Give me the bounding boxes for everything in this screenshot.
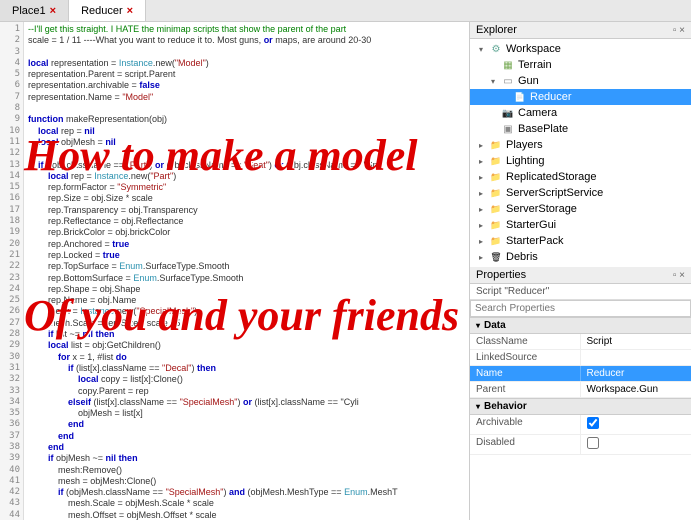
explorer-tree[interactable]: ▾ Workspace Terrain ▾ Gun Reducer Camera BasePl…	[470, 39, 691, 267]
tree-item-terrain[interactable]: Terrain	[470, 57, 691, 73]
prop-row-classname[interactable]: ClassNameScript	[470, 334, 691, 350]
tree-item-players[interactable]: ▸ Players	[470, 137, 691, 153]
tree-item-starterpack[interactable]: ▸ StarterPack	[470, 233, 691, 249]
folder-icon	[489, 202, 503, 216]
tab-place1[interactable]: Place1 ×	[0, 0, 69, 21]
panel-controls[interactable]: ▫ ×	[673, 270, 685, 281]
prop-name: Archivable	[470, 415, 581, 434]
properties-panel: Script "Reducer" ▾DataClassNameScriptLin…	[470, 284, 691, 520]
prop-row-linkedsource[interactable]: LinkedSource	[470, 350, 691, 366]
prop-row-name[interactable]: NameReducer	[470, 366, 691, 382]
folder-icon	[489, 234, 503, 248]
ws-icon	[489, 42, 503, 56]
tree-twisty[interactable]: ▸	[476, 189, 486, 198]
tab-label: Place1	[12, 5, 46, 17]
folder-icon	[489, 170, 503, 184]
tree-twisty[interactable]: ▸	[476, 141, 486, 150]
chevron-down-icon: ▾	[476, 402, 480, 411]
debris-icon	[489, 250, 503, 264]
prop-category-data[interactable]: ▾Data	[470, 317, 691, 334]
panel-controls[interactable]: ▫ ×	[673, 25, 685, 36]
tree-twisty[interactable]: ▸	[476, 173, 486, 182]
prop-name: Parent	[470, 382, 581, 397]
close-icon[interactable]: ×	[127, 5, 133, 17]
prop-value[interactable]: Workspace.Gun	[581, 382, 691, 397]
prop-value[interactable]	[581, 415, 691, 434]
cam-icon	[501, 106, 515, 120]
tree-item-gun[interactable]: ▾ Gun	[470, 73, 691, 89]
tree-label: StarterGui	[506, 219, 556, 231]
prop-value[interactable]: Reducer	[581, 366, 691, 381]
explorer-title: Explorer ▫ ×	[470, 22, 691, 39]
prop-value[interactable]	[581, 435, 691, 454]
script-editor[interactable]: 1234567891011121314151617181920212223242…	[0, 22, 469, 520]
tree-item-debris[interactable]: ▸ Debris	[470, 249, 691, 265]
tab-label: Reducer	[81, 5, 123, 17]
checkbox[interactable]	[587, 437, 599, 449]
close-icon[interactable]: ×	[50, 5, 56, 17]
prop-name: Name	[470, 366, 581, 381]
prop-row-archivable[interactable]: Archivable	[470, 415, 691, 435]
tree-twisty[interactable]: ▾	[488, 77, 498, 86]
folder-icon	[489, 186, 503, 200]
code-area[interactable]: --I'll get this straight. I HATE the min…	[24, 22, 469, 520]
tree-twisty[interactable]: ▸	[476, 237, 486, 246]
folder-icon	[489, 138, 503, 152]
tree-label: Camera	[518, 107, 557, 119]
tree-item-serverscriptservice[interactable]: ▸ ServerScriptService	[470, 185, 691, 201]
tree-label: ReplicatedStorage	[506, 171, 597, 183]
tree-item-startergui[interactable]: ▸ StarterGui	[470, 217, 691, 233]
mdl-icon	[501, 74, 515, 88]
tree-twisty[interactable]: ▸	[476, 221, 486, 230]
tree-item-reducer[interactable]: Reducer	[470, 89, 691, 105]
tab-reducer[interactable]: Reducer ×	[69, 0, 146, 21]
line-gutter: 1234567891011121314151617181920212223242…	[0, 22, 24, 520]
folder-icon	[489, 218, 503, 232]
prop-row-parent[interactable]: ParentWorkspace.Gun	[470, 382, 691, 398]
checkbox[interactable]	[587, 417, 599, 429]
tree-label: StarterPack	[506, 235, 563, 247]
properties-search-input[interactable]	[470, 300, 691, 317]
tree-item-replicatedstorage[interactable]: ▸ ReplicatedStorage	[470, 169, 691, 185]
tree-label: Reducer	[530, 91, 572, 103]
scr-icon	[513, 90, 527, 104]
tree-label: Lighting	[506, 155, 545, 167]
tree-item-lighting[interactable]: ▸ Lighting	[470, 153, 691, 169]
tree-item-camera[interactable]: Camera	[470, 105, 691, 121]
tree-label: BasePlate	[518, 123, 568, 135]
tree-twisty[interactable]: ▾	[476, 45, 486, 54]
properties-title: Properties ▫ ×	[470, 267, 691, 284]
tree-label: ServerScriptService	[506, 187, 603, 199]
part-icon	[501, 122, 515, 136]
prop-category-behavior[interactable]: ▾Behavior	[470, 398, 691, 415]
tree-item-workspace[interactable]: ▾ Workspace	[470, 41, 691, 57]
prop-row-disabled[interactable]: Disabled	[470, 435, 691, 455]
tree-label: ServerStorage	[506, 203, 577, 215]
tree-label: Debris	[506, 251, 538, 263]
tree-label: Workspace	[506, 43, 561, 55]
prop-name: LinkedSource	[470, 350, 581, 365]
terr-icon	[501, 58, 515, 72]
tab-bar: Place1 × Reducer ×	[0, 0, 691, 22]
tree-item-baseplate[interactable]: BasePlate	[470, 121, 691, 137]
prop-name: ClassName	[470, 334, 581, 349]
tree-label: Terrain	[518, 59, 552, 71]
properties-subtitle: Script "Reducer"	[470, 284, 691, 300]
folder-icon	[489, 154, 503, 168]
tree-twisty[interactable]: ▸	[476, 157, 486, 166]
tree-label: Players	[506, 139, 543, 151]
prop-value[interactable]	[581, 350, 691, 365]
tree-twisty[interactable]: ▸	[476, 253, 486, 262]
tree-label: Gun	[518, 75, 539, 87]
tree-item-serverstorage[interactable]: ▸ ServerStorage	[470, 201, 691, 217]
tree-twisty[interactable]: ▸	[476, 205, 486, 214]
chevron-down-icon: ▾	[476, 321, 480, 330]
prop-name: Disabled	[470, 435, 581, 454]
prop-value[interactable]: Script	[581, 334, 691, 349]
